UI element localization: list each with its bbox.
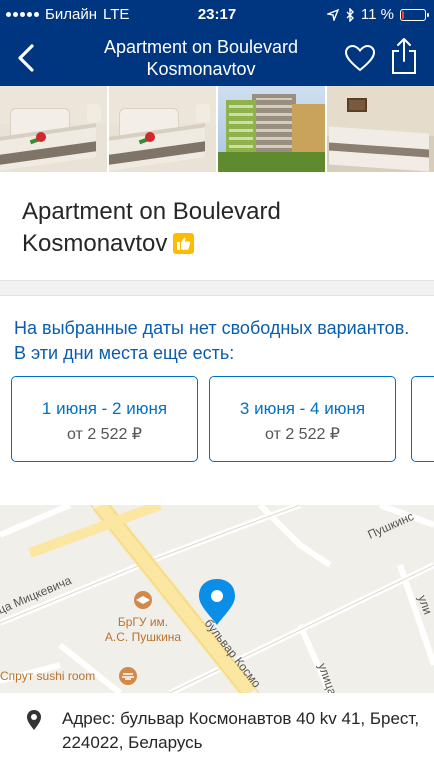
- address-row[interactable]: Адрес: бульвар Космонавтов 40 kv 41, Бре…: [0, 693, 434, 770]
- date-range: 3 июня - 4 июня: [239, 399, 366, 418]
- heart-outline-icon: [344, 44, 376, 72]
- location-pin-icon: [27, 710, 41, 730]
- photo-bedroom[interactable]: [327, 86, 434, 172]
- price-from: от 2 522 ₽: [67, 426, 142, 443]
- photo-bedroom[interactable]: [109, 86, 216, 172]
- battery-percent: 11 %: [360, 6, 394, 23]
- hotel-detail-screen: Билайн LTE 23:17 11 % Apartment on Boule…: [0, 0, 434, 770]
- share-icon: [392, 38, 416, 74]
- availability-message: На выбранные даты нет свободных варианто…: [14, 318, 410, 363]
- address-text: Адрес: бульвар Космонавтов 40 kv 41, Бре…: [62, 709, 420, 752]
- battery-icon: [400, 8, 429, 21]
- date-option-card[interactable]: 1 июня - 2 июня от 2 522 ₽: [11, 376, 198, 462]
- battery-fill: [402, 10, 404, 19]
- photo-gallery[interactable]: [0, 86, 434, 172]
- share-button[interactable]: [388, 36, 420, 76]
- photo-building[interactable]: [218, 86, 325, 172]
- nav-title: Apartment on Boulevard Kosmonavtov: [103, 37, 299, 79]
- restaurant-icon: [119, 667, 137, 685]
- bluetooth-icon: [346, 7, 354, 22]
- poi-label-restaurant: Спрут sushi room: [0, 669, 95, 683]
- status-bar: Билайн LTE 23:17 11 %: [0, 0, 434, 30]
- date-options: 1 июня - 2 июня от 2 522 ₽ 3 июня - 4 ию…: [11, 376, 434, 462]
- back-button[interactable]: [8, 38, 44, 78]
- thumbs-up-icon: [173, 233, 195, 254]
- date-option-card[interactable]: 3 июня - 4 июня от 2 522 ₽: [209, 376, 396, 462]
- location-map[interactable]: ца Мицкевича Пушкинс бульвар Космо ули у…: [0, 505, 434, 693]
- location-arrow-icon: [326, 8, 339, 21]
- section-divider: [0, 280, 434, 296]
- hotel-name: Apartment on Boulevard Kosmonavtov: [22, 198, 281, 257]
- hotel-title: Apartment on Boulevard Kosmonavtov: [22, 196, 412, 260]
- chevron-left-icon: [18, 44, 34, 72]
- map-canvas: ца Мицкевича Пушкинс бульвар Космо ули у…: [0, 505, 434, 693]
- date-option-card-partial[interactable]: [411, 376, 434, 462]
- favorite-button[interactable]: [342, 40, 378, 76]
- navigation-bar: Apartment on Boulevard Kosmonavtov: [0, 30, 434, 86]
- date-range: 1 июня - 2 июня: [41, 399, 168, 418]
- status-right: 11 %: [326, 6, 429, 23]
- photo-bedroom[interactable]: [0, 86, 107, 172]
- price-from: от 2 522 ₽: [265, 426, 340, 443]
